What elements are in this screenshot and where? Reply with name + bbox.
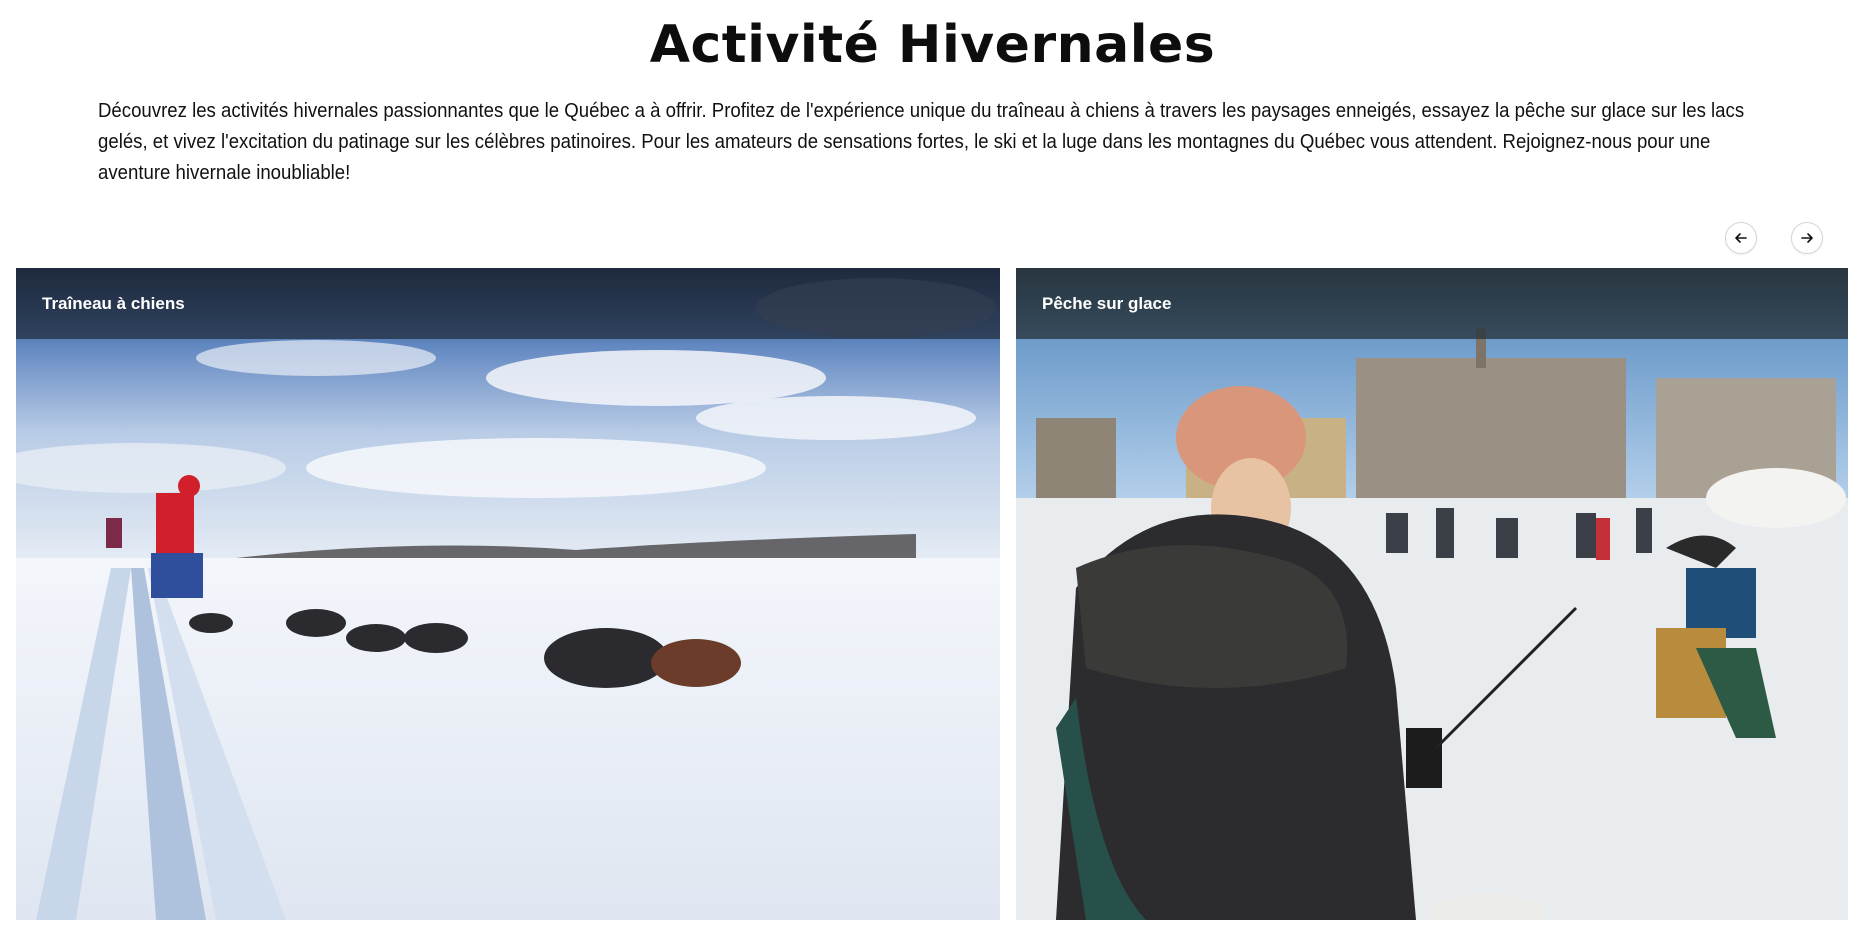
card-label: Pêche sur glace bbox=[1042, 294, 1172, 313]
page-title: Activité Hivernales bbox=[649, 15, 1216, 75]
carousel-prev-button[interactable] bbox=[1725, 222, 1757, 254]
card-label: Traîneau à chiens bbox=[42, 294, 185, 313]
card-header: Traîneau à chiens bbox=[16, 268, 1000, 339]
arrow-left-icon bbox=[1735, 233, 1747, 243]
activity-card-ice-fishing[interactable]: Pêche sur glace bbox=[1016, 268, 1848, 920]
ice-fishing-photo bbox=[1016, 268, 1848, 920]
intro-paragraph: Découvrez les activités hivernales passi… bbox=[98, 100, 1745, 184]
card-header: Pêche sur glace bbox=[1016, 268, 1848, 339]
activity-card-dog-sledding[interactable]: Traîneau à chiens bbox=[16, 268, 1000, 920]
carousel-next-button[interactable] bbox=[1791, 222, 1823, 254]
arrow-right-icon bbox=[1801, 233, 1813, 243]
dog-sledding-photo bbox=[16, 268, 1000, 920]
